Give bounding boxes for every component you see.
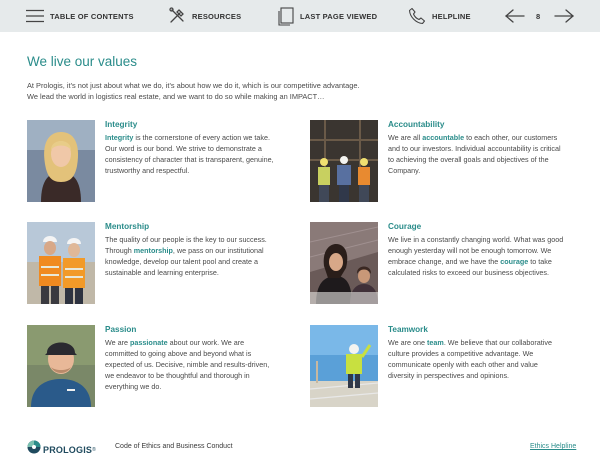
passion-line: expected of us. Decisive, nimble and res… [105, 360, 270, 369]
courage-description: We live in a constantly changing world. … [388, 234, 568, 278]
courage-line: calculated risks to exceed our business … [388, 268, 550, 277]
resources-label: RESOURCES [192, 11, 242, 21]
integrity-photo [27, 120, 95, 202]
accountability-line: to each other, our customers [464, 133, 558, 142]
courage-line: enough yesterday will not be enough tomo… [388, 246, 552, 255]
accountability-line: Company. [388, 166, 421, 175]
integrity-line: Our word is our bond. We strive to demon… [105, 144, 262, 153]
intro-text: At Prologis, it’s not just about what we… [27, 80, 407, 102]
phone-icon [408, 7, 426, 25]
mentorship-line: , we pass on our institutional [172, 246, 264, 255]
passion-line: everything we do. [105, 382, 162, 391]
tools-icon [168, 7, 186, 25]
teamwork-heading: Teamwork [388, 325, 428, 334]
teamwork-line: communicate openly with each other and v… [388, 360, 538, 369]
document-icon [278, 6, 294, 26]
page-title: We live our values [27, 54, 138, 69]
accountability-heading: Accountability [388, 120, 445, 129]
courage-photo [310, 222, 378, 304]
table-of-contents-button[interactable]: TABLE OF CONTENTS [26, 0, 134, 32]
passion-line: about our work. We are [167, 338, 245, 347]
next-page-button[interactable] [554, 0, 574, 32]
accountability-photo [310, 120, 378, 202]
passion-line: committed to going above and beyond what… [105, 349, 252, 358]
integrity-highlight: Integrity [105, 133, 134, 142]
passion-highlight: passionate [130, 338, 168, 347]
mentorship-description: The quality of our people is the key to … [105, 234, 285, 278]
mentorship-heading: Mentorship [105, 222, 150, 231]
accountability-description: We are all accountable to each other, ou… [388, 132, 568, 176]
teamwork-line: diversity in perspectives and opinions. [388, 371, 510, 380]
integrity-line: consistency of character that is transpa… [105, 155, 274, 164]
mentorship-line: The quality of our people is the key to … [105, 235, 267, 244]
page-number: 8 [536, 11, 541, 21]
mentorship-line: knowledge, develop our talent pool and c… [105, 257, 259, 266]
mentorship-highlight: mentorship [133, 246, 173, 255]
accountability-highlight: accountable [422, 133, 465, 142]
helpline-button[interactable]: HELPLINE [408, 0, 471, 32]
teamwork-highlight: team [427, 338, 444, 347]
top-navigation-bar: TABLE OF CONTENTS RESOURCES LAST PAGE VI… [0, 0, 600, 32]
prologis-logo: PROLOGIS ® [27, 440, 96, 459]
table-of-contents-label: TABLE OF CONTENTS [50, 11, 134, 21]
integrity-line: trustworthy and respectful. [105, 166, 190, 175]
courage-line: We live in a constantly changing world. … [388, 235, 564, 244]
logo-trademark: ® [92, 446, 96, 453]
teamwork-line: . We believe that our collaborative [443, 338, 552, 347]
accountability-line: and to our investors. Individual account… [388, 144, 561, 153]
teamwork-description: We are one team. We believe that our col… [388, 337, 568, 381]
courage-heading: Courage [388, 222, 422, 231]
teamwork-line: We are one [388, 338, 428, 347]
arrow-right-icon [554, 9, 574, 23]
mentorship-line: Through [105, 246, 134, 255]
mentorship-line: sustainable and learning enterprise. [105, 268, 219, 277]
courage-line: embrace change, and we have the [388, 257, 501, 266]
courage-highlight: courage [500, 257, 529, 266]
accountability-line: We are all [388, 133, 423, 142]
passion-photo [27, 325, 95, 407]
prologis-logo-icon [27, 440, 41, 459]
teamwork-photo [310, 325, 378, 407]
mentorship-photo [27, 222, 95, 304]
menu-lines-icon [26, 9, 44, 23]
last-page-viewed-button[interactable]: LAST PAGE VIEWED [278, 0, 377, 32]
accountability-line: to achieving the overall goals and objec… [388, 155, 549, 164]
previous-page-button[interactable] [505, 0, 525, 32]
ethics-helpline-link[interactable]: Ethics Helpline [530, 443, 576, 450]
integrity-description: Integrity is the cornerstone of every ac… [105, 132, 285, 176]
courage-line: to take [528, 257, 552, 266]
intro-line: We lead the world in logistics real esta… [27, 92, 325, 101]
last-page-viewed-label: LAST PAGE VIEWED [300, 11, 378, 21]
arrow-left-icon [505, 9, 525, 23]
document-title: Code of Ethics and Business Conduct [115, 443, 233, 450]
passion-line: we endeavor to be thoughtful and thoroug… [105, 371, 250, 380]
integrity-heading: Integrity [105, 120, 138, 129]
teamwork-line: culture provides a competitive advantage… [388, 349, 534, 358]
logo-wordmark: PROLOGIS [43, 444, 93, 455]
helpline-label: HELPLINE [432, 11, 471, 21]
passion-description: We are passionate about our work. We are… [105, 337, 285, 392]
passion-heading: Passion [105, 325, 137, 334]
resources-button[interactable]: RESOURCES [168, 0, 241, 32]
passion-line: We are [105, 338, 131, 347]
intro-line: At Prologis, it’s not just about what we… [27, 81, 360, 90]
integrity-line: is the cornerstone of every action we ta… [133, 133, 270, 142]
